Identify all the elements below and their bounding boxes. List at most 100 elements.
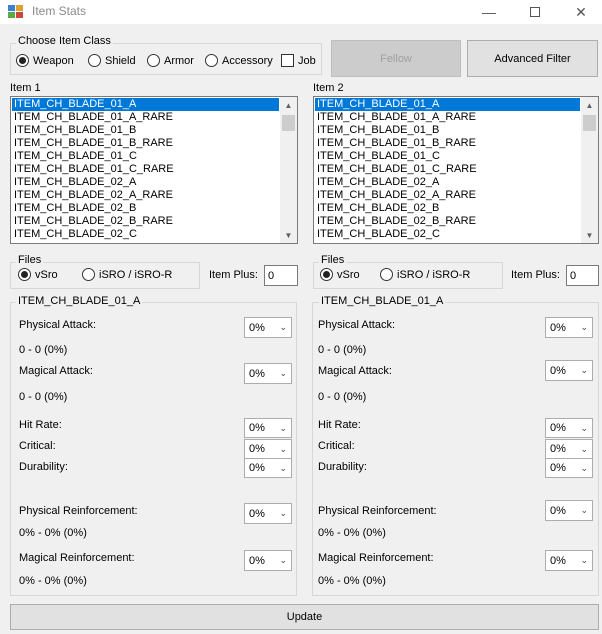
physical-reinforcement-dropdown[interactable]: 0% ⌄ bbox=[244, 503, 292, 524]
files-left-radio-vsro-circle bbox=[18, 268, 31, 281]
radio-armor-circle bbox=[147, 54, 160, 67]
chevron-down-icon: ⌄ bbox=[279, 555, 287, 565]
scroll-thumb[interactable] bbox=[583, 115, 596, 131]
chevron-down-icon: ⌄ bbox=[580, 505, 588, 515]
list-item[interactable]: ITEM_CH_BLADE_02_A bbox=[315, 176, 580, 189]
scroll-up-icon[interactable]: ▲ bbox=[280, 97, 297, 113]
radio-weapon[interactable]: Weapon bbox=[16, 54, 74, 67]
critical-label: Critical: bbox=[318, 440, 355, 452]
magical-attack-value: 0 - 0 (0%) bbox=[19, 391, 68, 403]
chevron-down-icon: ⌄ bbox=[580, 555, 588, 565]
list-item[interactable]: ITEM_CH_BLADE_01_A bbox=[315, 98, 580, 111]
physical-attack-label: Physical Attack: bbox=[318, 319, 396, 331]
list-item[interactable]: ITEM_CH_BLADE_02_C bbox=[12, 228, 279, 241]
item2-scrollbar[interactable]: ▲ ▼ bbox=[581, 97, 598, 243]
list-item[interactable]: ITEM_CH_BLADE_01_B bbox=[315, 124, 580, 137]
list-item[interactable]: ITEM_CH_BLADE_01_C bbox=[315, 150, 580, 163]
list-item[interactable]: ITEM_CH_BLADE_02_C bbox=[315, 228, 580, 241]
list-item[interactable]: ITEM_CH_BLADE_01_B_RARE bbox=[315, 137, 580, 150]
critical-dropdown[interactable]: 0% ⌄ bbox=[244, 439, 292, 459]
physical-reinforcement-label: Physical Reinforcement: bbox=[318, 505, 437, 517]
list-item[interactable]: ITEM_CH_BLADE_02_B bbox=[12, 202, 279, 215]
fellow-button[interactable]: Fellow bbox=[331, 40, 461, 77]
item2-listbox[interactable]: ITEM_CH_BLADE_01_A ITEM_CH_BLADE_01_A_RA… bbox=[313, 96, 599, 244]
scroll-down-icon[interactable]: ▼ bbox=[280, 227, 297, 243]
durability-dropdown[interactable]: 0% ⌄ bbox=[545, 458, 593, 478]
scroll-up-icon[interactable]: ▲ bbox=[581, 97, 598, 113]
radio-accessory[interactable]: Accessory bbox=[205, 54, 273, 67]
files-right-isro-label: iSRO / iSRO-R bbox=[397, 268, 471, 281]
durability-dropdown[interactable]: 0% ⌄ bbox=[244, 458, 292, 478]
chevron-down-icon: ⌄ bbox=[279, 443, 287, 454]
stats-left-title: ITEM_CH_BLADE_01_A bbox=[16, 295, 143, 307]
magical-reinforcement-dropdown[interactable]: 0% ⌄ bbox=[244, 550, 292, 571]
list-item[interactable]: ITEM_CH_BLADE_01_C bbox=[12, 150, 279, 163]
list-item[interactable]: ITEM_CH_BLADE_01_A bbox=[12, 98, 279, 111]
job-checkbox[interactable]: Job bbox=[281, 54, 316, 67]
update-button[interactable]: Update bbox=[10, 604, 599, 630]
dropdown-value: 0% bbox=[550, 554, 566, 567]
item1-scrollbar[interactable]: ▲ ▼ bbox=[280, 97, 297, 243]
magical-reinforcement-dropdown[interactable]: 0% ⌄ bbox=[545, 550, 593, 571]
magical-attack-dropdown[interactable]: 0% ⌄ bbox=[244, 363, 292, 384]
physical-attack-dropdown[interactable]: 0% ⌄ bbox=[545, 317, 593, 338]
magical-reinforcement-label: Magical Reinforcement: bbox=[19, 552, 135, 564]
item1-listbox[interactable]: ITEM_CH_BLADE_01_A ITEM_CH_BLADE_01_A_RA… bbox=[10, 96, 298, 244]
advanced-filter-button[interactable]: Advanced Filter bbox=[467, 40, 598, 77]
radio-selected-dot bbox=[19, 57, 26, 64]
chevron-down-icon: ⌄ bbox=[279, 422, 287, 433]
hit-rate-dropdown[interactable]: 0% ⌄ bbox=[244, 418, 292, 438]
radio-shield-circle bbox=[88, 54, 101, 67]
scroll-thumb[interactable] bbox=[282, 115, 295, 131]
job-checkbox-box bbox=[281, 54, 294, 67]
dropdown-value: 0% bbox=[249, 367, 265, 380]
list-item[interactable]: ITEM_CH_BLADE_01_B bbox=[12, 124, 279, 137]
files-left-radio-vsro[interactable]: vSro bbox=[18, 268, 58, 281]
close-button[interactable]: ✕ bbox=[558, 0, 602, 24]
minimize-button[interactable]: — bbox=[466, 0, 512, 24]
files-left-radio-isro[interactable]: iSRO / iSRO-R bbox=[82, 268, 172, 281]
dropdown-value: 0% bbox=[550, 443, 566, 455]
list-item[interactable]: ITEM_CH_BLADE_02_A_RARE bbox=[315, 189, 580, 202]
dropdown-value: 0% bbox=[249, 321, 265, 334]
list-item[interactable]: ITEM_CH_BLADE_02_B_RARE bbox=[315, 215, 580, 228]
dropdown-value: 0% bbox=[550, 462, 566, 474]
critical-dropdown[interactable]: 0% ⌄ bbox=[545, 439, 593, 459]
hit-rate-label: Hit Rate: bbox=[318, 419, 361, 431]
minimize-icon: — bbox=[482, 4, 496, 20]
files-right-radio-isro[interactable]: iSRO / iSRO-R bbox=[380, 268, 470, 281]
maximize-button[interactable] bbox=[512, 0, 558, 24]
list-item[interactable]: ITEM_CH_BLADE_02_B bbox=[315, 202, 580, 215]
chevron-down-icon: ⌄ bbox=[279, 322, 287, 332]
magical-reinforcement-value: 0% - 0% (0%) bbox=[19, 575, 87, 587]
chevron-down-icon: ⌄ bbox=[580, 462, 588, 473]
files-left-vsro-label: vSro bbox=[35, 268, 58, 281]
list-item[interactable]: ITEM_CH_BLADE_01_C_RARE bbox=[12, 163, 279, 176]
files-right-radio-isro-circle bbox=[380, 268, 393, 281]
list-item[interactable]: ITEM_CH_BLADE_02_A bbox=[12, 176, 279, 189]
physical-reinforcement-dropdown[interactable]: 0% ⌄ bbox=[545, 500, 593, 521]
magical-attack-dropdown[interactable]: 0% ⌄ bbox=[545, 360, 593, 381]
radio-armor[interactable]: Armor bbox=[147, 54, 194, 67]
scroll-down-icon[interactable]: ▼ bbox=[581, 227, 598, 243]
physical-attack-dropdown[interactable]: 0% ⌄ bbox=[244, 317, 292, 338]
item2-label: Item 2 bbox=[313, 82, 344, 94]
list-item[interactable]: ITEM_CH_BLADE_01_B_RARE bbox=[12, 137, 279, 150]
item-plus-right-input[interactable]: 0 bbox=[566, 265, 599, 286]
chevron-down-icon: ⌄ bbox=[279, 462, 287, 473]
files-right-radio-vsro[interactable]: vSro bbox=[320, 268, 360, 281]
hit-rate-dropdown[interactable]: 0% ⌄ bbox=[545, 418, 593, 438]
dropdown-value: 0% bbox=[550, 364, 566, 377]
list-item[interactable]: ITEM_CH_BLADE_02_A_RARE bbox=[12, 189, 279, 202]
dropdown-value: 0% bbox=[550, 422, 566, 434]
job-checkbox-label: Job bbox=[298, 54, 316, 67]
physical-attack-value: 0 - 0 (0%) bbox=[19, 344, 68, 356]
durability-label: Durability: bbox=[19, 461, 68, 473]
radio-shield[interactable]: Shield bbox=[88, 54, 136, 67]
list-item[interactable]: ITEM_CH_BLADE_01_C_RARE bbox=[315, 163, 580, 176]
dropdown-value: 0% bbox=[550, 321, 566, 334]
list-item[interactable]: ITEM_CH_BLADE_02_B_RARE bbox=[12, 215, 279, 228]
list-item[interactable]: ITEM_CH_BLADE_01_A_RARE bbox=[12, 111, 279, 124]
item-plus-left-input[interactable]: 0 bbox=[264, 265, 298, 286]
list-item[interactable]: ITEM_CH_BLADE_01_A_RARE bbox=[315, 111, 580, 124]
